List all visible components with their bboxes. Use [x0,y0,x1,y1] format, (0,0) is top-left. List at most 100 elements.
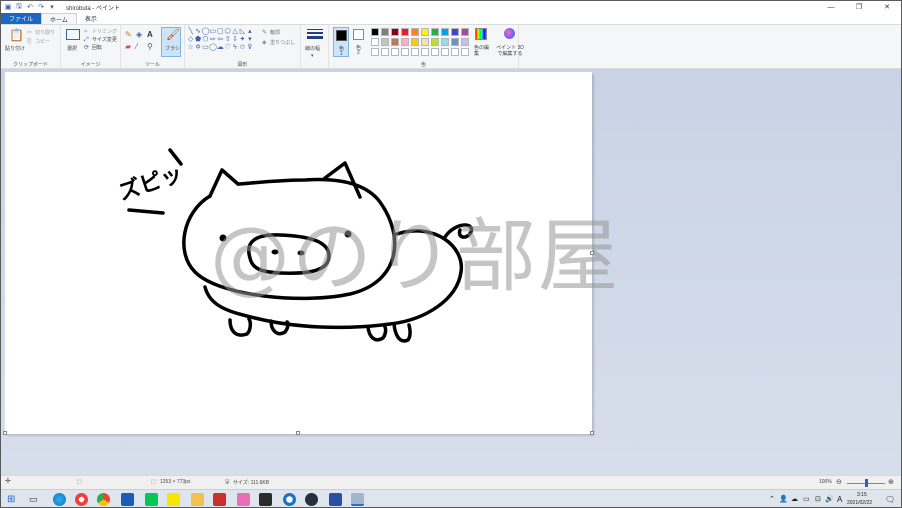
rotate-button[interactable]: 回転 [92,44,102,51]
clock-date[interactable]: 2021/02/22 [847,500,872,506]
polygon-shape-icon[interactable]: ⬠ [224,28,231,36]
right-triangle-shape-icon[interactable]: ◺ [239,28,246,36]
palette-swatch[interactable] [391,38,399,46]
color1-button[interactable]: 色 1 [333,27,349,57]
notification-icon[interactable]: 🗨 [885,495,895,504]
resize-handle-right[interactable] [590,251,594,255]
undo-icon[interactable]: ↶ [26,3,34,11]
palette-swatch[interactable] [411,48,419,56]
rectangle-shape-icon[interactable]: ▭ [209,28,217,36]
callout-rect-shape-icon[interactable]: ▭ [202,44,209,52]
redo-icon[interactable]: ↷ [37,3,45,11]
down-arrow-shape-icon[interactable]: ⇩ [231,36,238,44]
select-icon[interactable] [66,29,80,40]
palette-swatch[interactable] [451,38,459,46]
calculator-icon[interactable] [259,493,272,506]
edge-icon[interactable] [53,493,66,506]
hexagon-shape-icon[interactable]: ⬡ [202,36,209,44]
eraser-icon[interactable]: ▰ [125,43,131,51]
fill-dropdown[interactable]: 塗りつぶし [270,39,295,46]
palette-swatch[interactable] [371,38,379,46]
fill-icon[interactable]: ◈ [136,31,142,39]
lightning-shape-icon[interactable]: ϟ [231,44,238,52]
ime-indicator[interactable]: A [837,495,842,504]
select-button-label[interactable]: 選択 [67,45,77,52]
volume-icon[interactable]: 🔊 [825,495,834,503]
four-point-star-shape-icon[interactable]: ✦ [239,36,246,44]
palette-swatch[interactable] [461,48,469,56]
palette-swatch[interactable] [441,38,449,46]
palette-swatch[interactable] [461,28,469,36]
more-shapes-icon[interactable]: ⊽ [246,44,253,52]
callout-oval-shape-icon[interactable]: ◯ [209,44,217,52]
curve-shape-icon[interactable]: ∿ [194,28,201,36]
palette-swatch[interactable] [381,48,389,56]
canvas-workarea[interactable]: ズピッ @のり部屋 [1,69,901,475]
text-icon[interactable]: A [147,31,153,39]
outline-dropdown[interactable]: 輪郭 [270,29,280,36]
scroll-down-icon[interactable]: ▾ [246,36,253,44]
color2-button[interactable]: 色 2 [351,27,367,57]
palette-swatch[interactable] [401,38,409,46]
edit-colors-button[interactable]: 色の編集 [474,45,492,57]
cut-button[interactable]: 切り取り [35,29,55,36]
palette-swatch[interactable] [401,48,409,56]
diamond-shape-icon[interactable]: ◇ [187,36,194,44]
pentagon-shape-icon[interactable]: ⬟ [194,36,201,44]
file-explorer-icon[interactable] [191,493,204,506]
triangle-shape-icon[interactable]: △ [231,28,238,36]
save-icon[interactable]: 🖫 [15,3,23,11]
shapes-gallery[interactable]: ╲ ∿ ◯ ▭ ▢ ⬠ △ ◺ ▴ ◇ ⬟ ⬡ ⇨ ⇦ ⇧ ⇩ ✦ ▾ ☆ ✡ … [187,28,255,52]
palette-swatch[interactable] [461,38,469,46]
heart-shape-icon[interactable]: ♡ [224,44,231,52]
customize-quick-access-icon[interactable]: ▾ [48,3,56,11]
headset-app-icon[interactable] [305,493,318,506]
palette-swatch[interactable] [371,28,379,36]
crop-button[interactable]: トリミング [92,28,117,35]
palette-swatch[interactable] [431,38,439,46]
task-view-icon[interactable]: ▭ [29,493,42,506]
resize-handle-bottom-left[interactable] [3,431,7,435]
palette-swatch[interactable] [421,38,429,46]
right-arrow-shape-icon[interactable]: ⇨ [209,36,216,44]
remote-app-icon[interactable] [329,493,342,506]
clock-time[interactable]: 3:15 [857,492,867,498]
rounded-rectangle-shape-icon[interactable]: ▢ [217,28,224,36]
line-shape-icon[interactable]: ╲ [187,28,194,36]
zoom-slider-thumb[interactable] [864,479,868,487]
tray-expand-icon[interactable]: ⌃ [769,495,775,503]
palette-swatch[interactable] [451,28,459,36]
palette-swatch[interactable] [411,38,419,46]
color-picker-icon[interactable]: ⁄ [136,43,137,51]
resize-handle-corner[interactable] [590,431,594,435]
palette-swatch[interactable] [421,48,429,56]
palette-swatch[interactable] [381,38,389,46]
pencil-icon[interactable]: ✎ [125,31,132,39]
photo-app-icon[interactable] [213,493,226,506]
close-button[interactable]: ✕ [873,1,901,13]
magnifier-icon[interactable]: ⚲ [147,43,153,51]
palette-swatch[interactable] [391,48,399,56]
palette-swatch[interactable] [411,28,419,36]
palette-swatch[interactable] [371,48,379,56]
network-icon[interactable]: ⊡ [815,495,821,503]
mail-icon[interactable] [121,493,134,506]
left-arrow-shape-icon[interactable]: ⇦ [217,36,224,44]
palette-swatch[interactable] [391,28,399,36]
palette-swatch[interactable] [401,28,409,36]
resize-button[interactable]: サイズ変更 [92,36,117,43]
palette-swatch[interactable] [421,28,429,36]
up-arrow-shape-icon[interactable]: ⇧ [224,36,231,44]
copy-button[interactable]: コピー [35,38,50,45]
paint3d-icon[interactable] [504,28,515,39]
battery-icon[interactable]: ▭ [803,495,810,503]
maximize-button[interactable]: ❐ [845,1,873,13]
edit-colors-icon[interactable] [475,28,487,40]
paint3d-button[interactable]: ペイント 3D で編集する [494,45,526,57]
camera-icon[interactable] [283,493,296,506]
tab-home[interactable]: ホーム [41,13,77,24]
star-shape-icon[interactable]: ✩ [239,44,246,52]
palette-swatch[interactable] [441,28,449,36]
music-app-icon[interactable] [237,493,250,506]
scroll-up-icon[interactable]: ▴ [246,28,253,36]
